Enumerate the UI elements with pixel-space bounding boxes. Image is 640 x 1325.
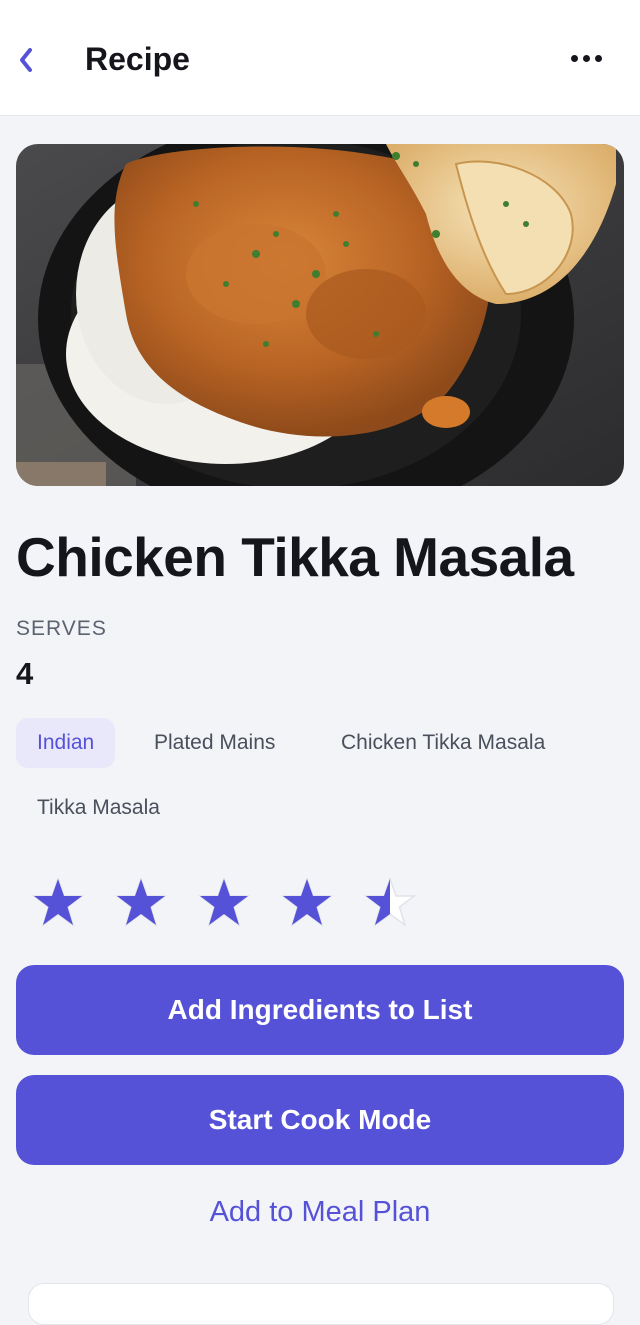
page-title: Recipe — [85, 41, 190, 77]
serves-label: SERVES — [16, 617, 107, 640]
more-options-button[interactable] — [562, 44, 610, 72]
recipe-image — [16, 144, 624, 486]
next-section-card — [28, 1283, 614, 1325]
tag-tikka-masala[interactable]: Tikka Masala — [16, 783, 181, 833]
app-bar: Recipe — [0, 0, 640, 116]
recipe-photo — [16, 144, 624, 486]
start-cook-mode-button[interactable]: Start Cook Mode — [16, 1075, 624, 1165]
chevron-left-icon — [20, 48, 32, 72]
star-icon[interactable] — [362, 872, 418, 932]
tag-chicken-tikka-masala[interactable]: Chicken Tikka Masala — [320, 718, 566, 768]
recipe-title: Chicken Tikka Masala — [16, 526, 574, 588]
serves-value: 4 — [16, 656, 34, 691]
tag-indian[interactable]: Indian — [16, 718, 116, 768]
tag-plated-mains[interactable]: Plated Mains — [133, 718, 296, 768]
star-icon[interactable] — [30, 872, 86, 932]
more-horizontal-icon — [570, 54, 578, 62]
star-icon[interactable] — [113, 872, 169, 932]
add-to-meal-plan-link[interactable]: Add to Meal Plan — [0, 1188, 640, 1236]
back-button[interactable] — [10, 40, 42, 80]
add-ingredients-button[interactable]: Add Ingredients to List — [16, 965, 624, 1055]
star-icon[interactable] — [279, 872, 335, 932]
star-icon[interactable] — [196, 872, 252, 932]
